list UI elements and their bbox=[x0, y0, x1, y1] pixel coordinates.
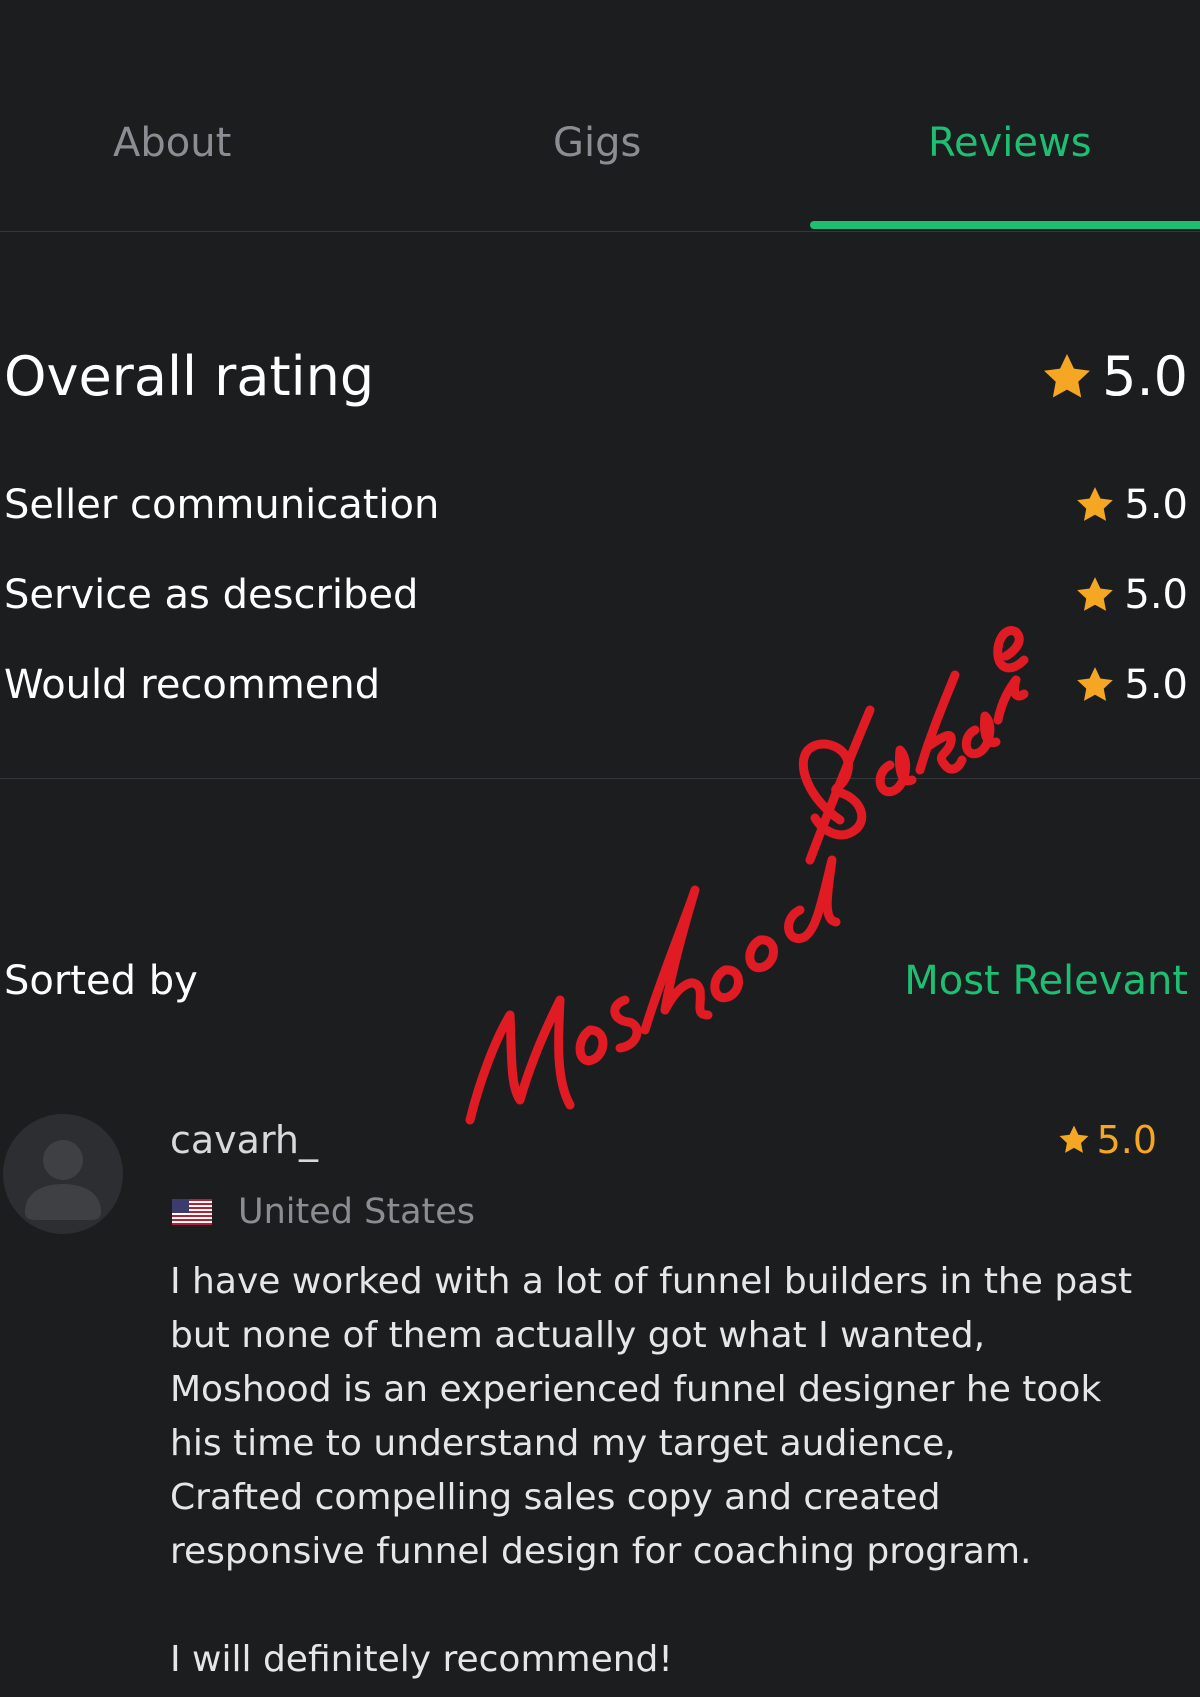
active-tab-indicator bbox=[810, 221, 1200, 229]
profile-tabs: About Gigs Reviews bbox=[0, 0, 1200, 232]
reviewer-country: United States bbox=[172, 1192, 475, 1232]
overall-rating-value: 5.0 bbox=[1040, 345, 1188, 408]
sort-label: Sorted by bbox=[4, 958, 198, 1004]
rating-number: 5.0 bbox=[1124, 662, 1188, 708]
review-rating: 5.0 bbox=[1057, 1118, 1157, 1162]
rating-label: Would recommend bbox=[4, 662, 381, 708]
review-body: I have worked with a lot of funnel build… bbox=[170, 1261, 1133, 1680]
sort-dropdown[interactable]: Most Relevant bbox=[904, 958, 1188, 1004]
country-name: United States bbox=[238, 1192, 476, 1232]
overall-rating-number: 5.0 bbox=[1102, 345, 1188, 408]
avatar[interactable] bbox=[3, 1114, 123, 1234]
star-icon bbox=[1059, 1125, 1089, 1153]
tab-reviews[interactable]: Reviews bbox=[928, 120, 1092, 166]
tab-gigs[interactable]: Gigs bbox=[553, 120, 641, 166]
star-icon bbox=[1077, 577, 1114, 611]
reviewer-username[interactable]: cavarh_ bbox=[170, 1118, 318, 1162]
star-icon bbox=[1044, 353, 1091, 397]
rating-row-service-as-described: Service as described 5.0 bbox=[4, 572, 1188, 618]
rating-value: 5.0 bbox=[1074, 482, 1188, 528]
tab-about[interactable]: About bbox=[113, 120, 231, 166]
rating-label: Service as described bbox=[4, 572, 419, 618]
rating-label: Seller communication bbox=[4, 482, 440, 528]
rating-number: 5.0 bbox=[1124, 482, 1188, 528]
rating-row-would-recommend: Would recommend 5.0 bbox=[4, 662, 1188, 708]
star-icon bbox=[1077, 667, 1114, 701]
overall-rating-row: Overall rating 5.0 bbox=[4, 345, 1188, 408]
us-flag-icon bbox=[172, 1199, 212, 1225]
sort-row: Sorted by Most Relevant bbox=[4, 958, 1188, 1004]
rating-value: 5.0 bbox=[1074, 572, 1188, 618]
overall-rating-label: Overall rating bbox=[4, 345, 375, 408]
rating-row-seller-communication: Seller communication 5.0 bbox=[4, 482, 1188, 528]
star-icon bbox=[1077, 487, 1114, 521]
section-divider bbox=[0, 778, 1200, 779]
rating-value: 5.0 bbox=[1074, 662, 1188, 708]
user-avatar-icon bbox=[25, 1140, 101, 1220]
signature-watermark bbox=[465, 626, 1029, 1125]
rating-number: 5.0 bbox=[1124, 572, 1188, 618]
review-rating-number: 5.0 bbox=[1096, 1118, 1157, 1162]
